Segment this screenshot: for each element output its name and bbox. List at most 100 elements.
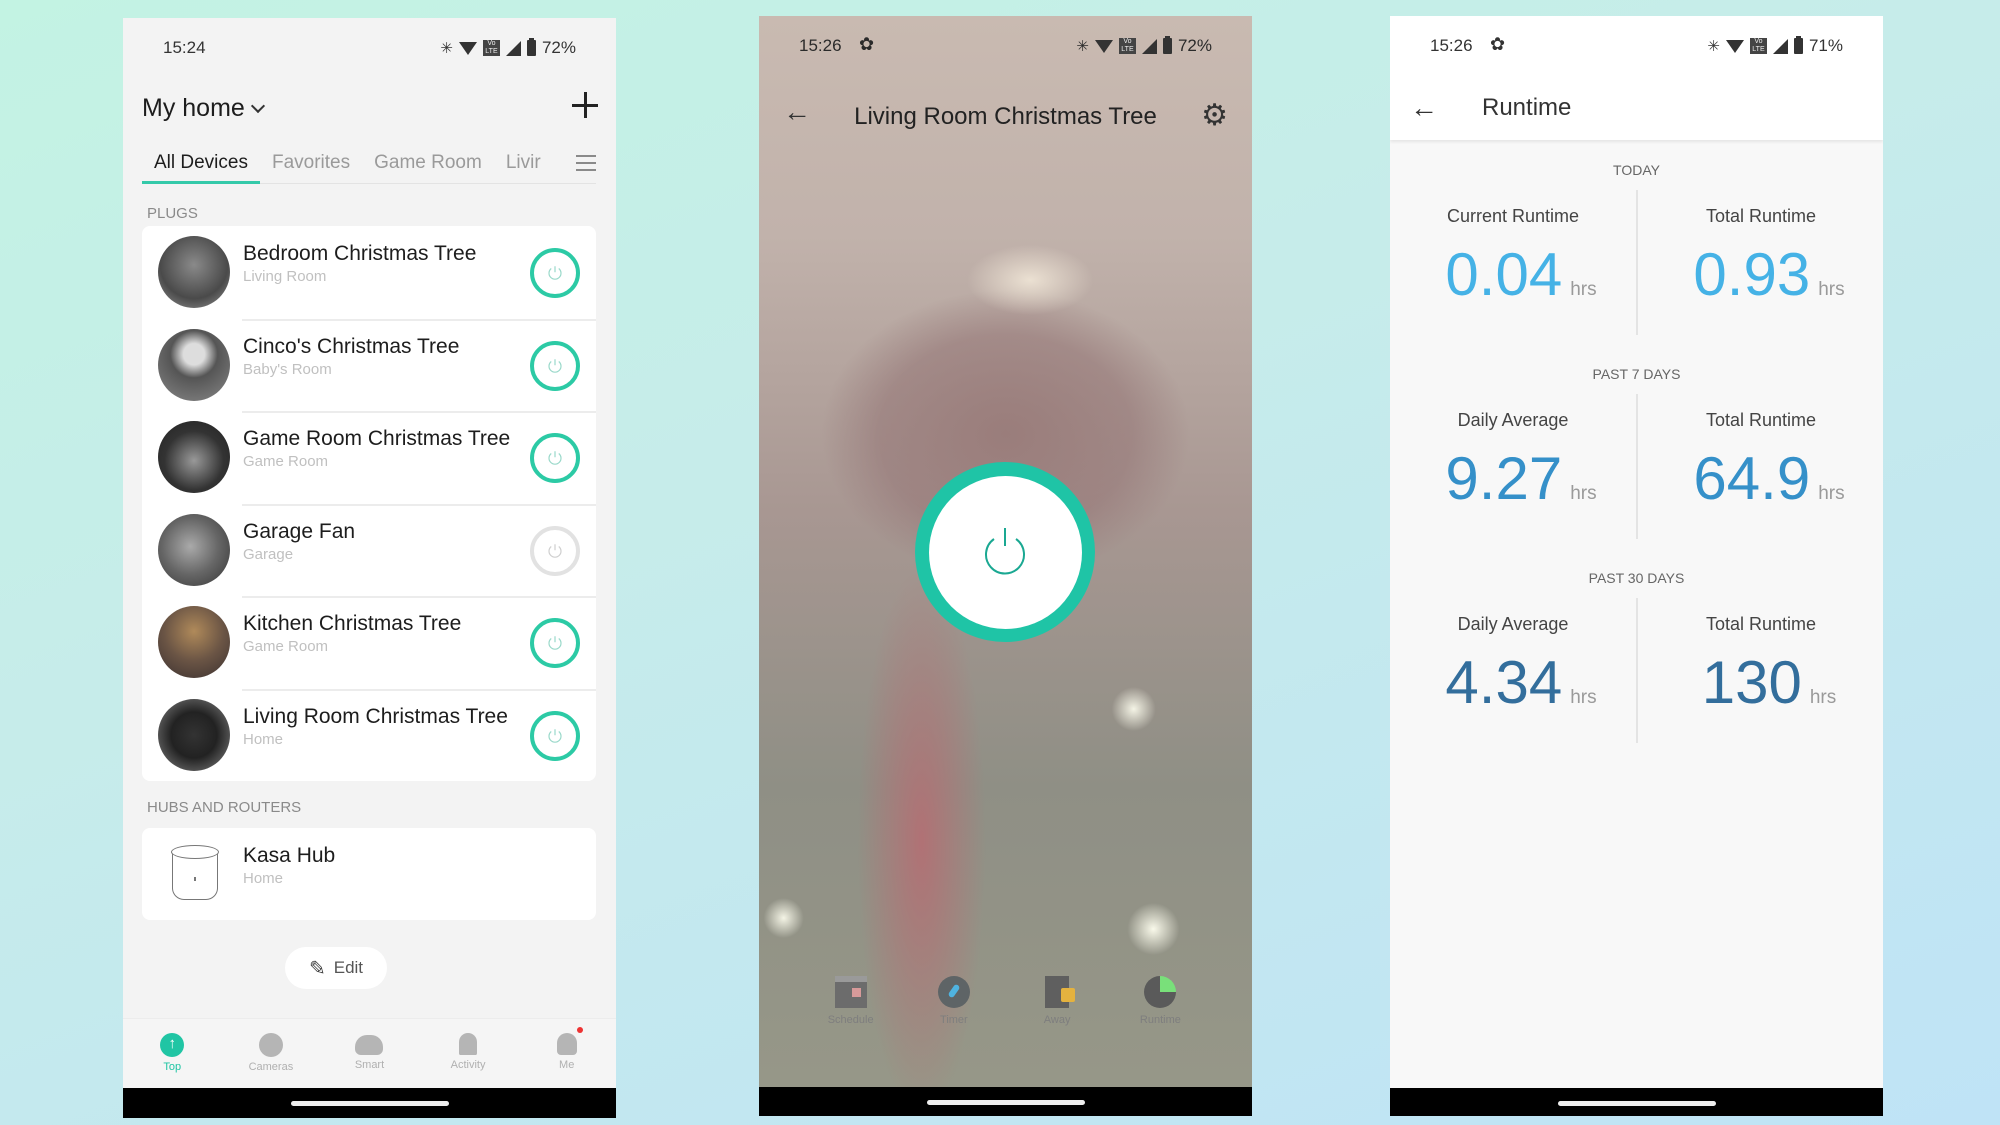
- camera-icon: [258, 1033, 283, 1057]
- power-icon: [548, 358, 562, 373]
- power-toggle-button[interactable]: [530, 433, 580, 483]
- stat-value: 64.9: [1693, 445, 1811, 512]
- device-room: Home: [243, 730, 284, 748]
- nav-label: Me: [559, 1059, 575, 1071]
- bell-icon: [459, 1033, 478, 1055]
- stat-value: 9.27: [1445, 445, 1563, 512]
- main-power-button[interactable]: [915, 462, 1095, 642]
- device-room: Game Room: [243, 638, 329, 655]
- feature-bar: Schedule Timer Away Runtime: [759, 976, 1252, 1026]
- stat-total-runtime: Total Runtime 130 hrs: [1638, 614, 1883, 713]
- power-icon: [548, 728, 562, 743]
- device-row[interactable]: Cinco's Christmas Tree Baby's Room: [142, 318, 596, 412]
- tab-living-room[interactable]: Livir: [494, 148, 546, 184]
- power-toggle-button[interactable]: [530, 340, 580, 391]
- schedule-icon: [834, 976, 867, 1008]
- power-toggle-button[interactable]: [530, 525, 580, 576]
- battery-icon: [526, 38, 536, 56]
- runtime-screen: 15:26 ✿ ✳ Vo LTE 71% ← Runtime TODAY Curr…: [1390, 16, 1883, 1116]
- device-avatar: [158, 421, 230, 493]
- status-bar: 15:26 ✿ ✳ Vo LTE 72%: [759, 16, 1252, 72]
- nav-label: Top: [163, 1061, 182, 1073]
- pencil-icon: ✎: [308, 957, 326, 980]
- tab-all-devices[interactable]: All Devices: [142, 148, 260, 184]
- system-nav-bar: [759, 1087, 1252, 1116]
- stat-value: 0.04: [1445, 241, 1563, 308]
- detail-header: ← Living Room Christmas Tree ⚙: [759, 96, 1252, 136]
- tabs-menu-icon[interactable]: [576, 155, 596, 171]
- stat-daily-average: Daily Average 9.27 hrs: [1390, 410, 1636, 509]
- home-gesture-pill[interactable]: [1557, 1101, 1716, 1106]
- gear-icon[interactable]: ⚙: [1201, 98, 1228, 133]
- device-room: Living Room: [243, 268, 327, 285]
- fan-notification-icon: ✿: [859, 34, 875, 54]
- plugs-section-label: PLUGS: [147, 205, 198, 222]
- timer-icon: [937, 976, 970, 1008]
- home-selector[interactable]: My home: [142, 94, 265, 123]
- battery-icon: [1793, 36, 1803, 54]
- device-avatar: [158, 513, 230, 586]
- tab-game-room[interactable]: Game Room: [362, 148, 494, 184]
- power-toggle-button[interactable]: [530, 618, 580, 668]
- plugs-card: Bedroom Christmas Tree Living Room Cinco…: [142, 226, 596, 781]
- bluetooth-icon: ✳: [1076, 38, 1089, 55]
- away-icon: [1045, 976, 1076, 1008]
- feature-schedule[interactable]: Schedule: [811, 976, 891, 1026]
- nav-smart[interactable]: Smart: [320, 1019, 419, 1089]
- runtime-icon: [1144, 976, 1177, 1008]
- device-name: Garage Fan: [243, 519, 356, 543]
- device-row[interactable]: Bedroom Christmas Tree Living Room: [142, 226, 596, 319]
- person-icon: [556, 1027, 583, 1055]
- volte-icon: Vo LTE: [482, 40, 500, 56]
- device-avatar: [158, 328, 230, 401]
- device-row[interactable]: Kitchen Christmas Tree Game Room: [142, 596, 596, 689]
- feature-runtime[interactable]: Runtime: [1120, 976, 1200, 1026]
- stat-label: Current Runtime: [1446, 206, 1580, 226]
- volte-icon: Vo LTE: [1118, 38, 1136, 54]
- section-label: PAST 7 DAYS: [1592, 366, 1681, 382]
- device-name: Kitchen Christmas Tree: [243, 612, 462, 635]
- device-name: Cinco's Christmas Tree: [243, 334, 460, 358]
- device-list-screen: 15:24 ✳ Vo LTE 72% My home All Devices Fa…: [123, 18, 616, 1118]
- home-gesture-pill[interactable]: [926, 1100, 1085, 1105]
- feature-away[interactable]: Away: [1017, 976, 1097, 1026]
- device-name: Living Room Christmas Tree: [243, 704, 508, 728]
- device-row[interactable]: Garage Fan Garage: [142, 503, 596, 597]
- volte-icon: Vo LTE: [1749, 38, 1767, 54]
- hubs-section-label: HUBS AND ROUTERS: [147, 799, 302, 816]
- device-room: Baby's Room: [243, 360, 332, 378]
- stat-value: 4.34: [1445, 649, 1563, 716]
- hub-room: Home: [243, 870, 284, 887]
- device-avatar: [158, 698, 230, 771]
- feature-timer[interactable]: Timer: [914, 976, 994, 1026]
- home-title: My home: [142, 94, 245, 122]
- runtime-section-30days: PAST 30 DAYS Daily Average 4.34 hrs Total…: [1390, 570, 1883, 760]
- status-time: 15:24: [163, 38, 206, 57]
- device-row[interactable]: Game Room Christmas Tree Game Room: [142, 411, 596, 504]
- stat-total-runtime: Total Runtime 0.93 hrs: [1638, 206, 1883, 305]
- stat-label: Total Runtime: [1705, 410, 1817, 430]
- nav-me[interactable]: Me: [517, 1019, 616, 1089]
- top-icon: [160, 1033, 185, 1057]
- stat-unit: hrs: [1818, 483, 1845, 504]
- tab-favorites[interactable]: Favorites: [260, 148, 362, 184]
- feature-label: Away: [1043, 1014, 1071, 1026]
- nav-activity[interactable]: Activity: [419, 1019, 518, 1089]
- home-gesture-pill[interactable]: [290, 1101, 449, 1106]
- device-avatar: [158, 236, 230, 308]
- power-toggle-button[interactable]: [530, 248, 580, 298]
- nav-cameras[interactable]: Cameras: [222, 1019, 321, 1089]
- add-device-button[interactable]: [568, 88, 602, 122]
- power-toggle-button[interactable]: [530, 710, 580, 761]
- battery-percent: 72%: [541, 38, 576, 57]
- nav-top[interactable]: Top: [123, 1019, 222, 1089]
- fan-notification-icon: ✿: [1490, 34, 1506, 54]
- edit-button[interactable]: ✎ Edit: [285, 947, 387, 989]
- device-row[interactable]: Living Room Christmas Tree Home: [142, 688, 596, 782]
- back-arrow-icon[interactable]: ←: [1410, 92, 1438, 124]
- battery-icon: [1162, 36, 1172, 54]
- signal-icon: [1772, 38, 1788, 54]
- feature-label: Schedule: [827, 1014, 874, 1026]
- device-avatar: [158, 606, 230, 678]
- hub-row[interactable]: Kasa Hub Home: [142, 828, 596, 921]
